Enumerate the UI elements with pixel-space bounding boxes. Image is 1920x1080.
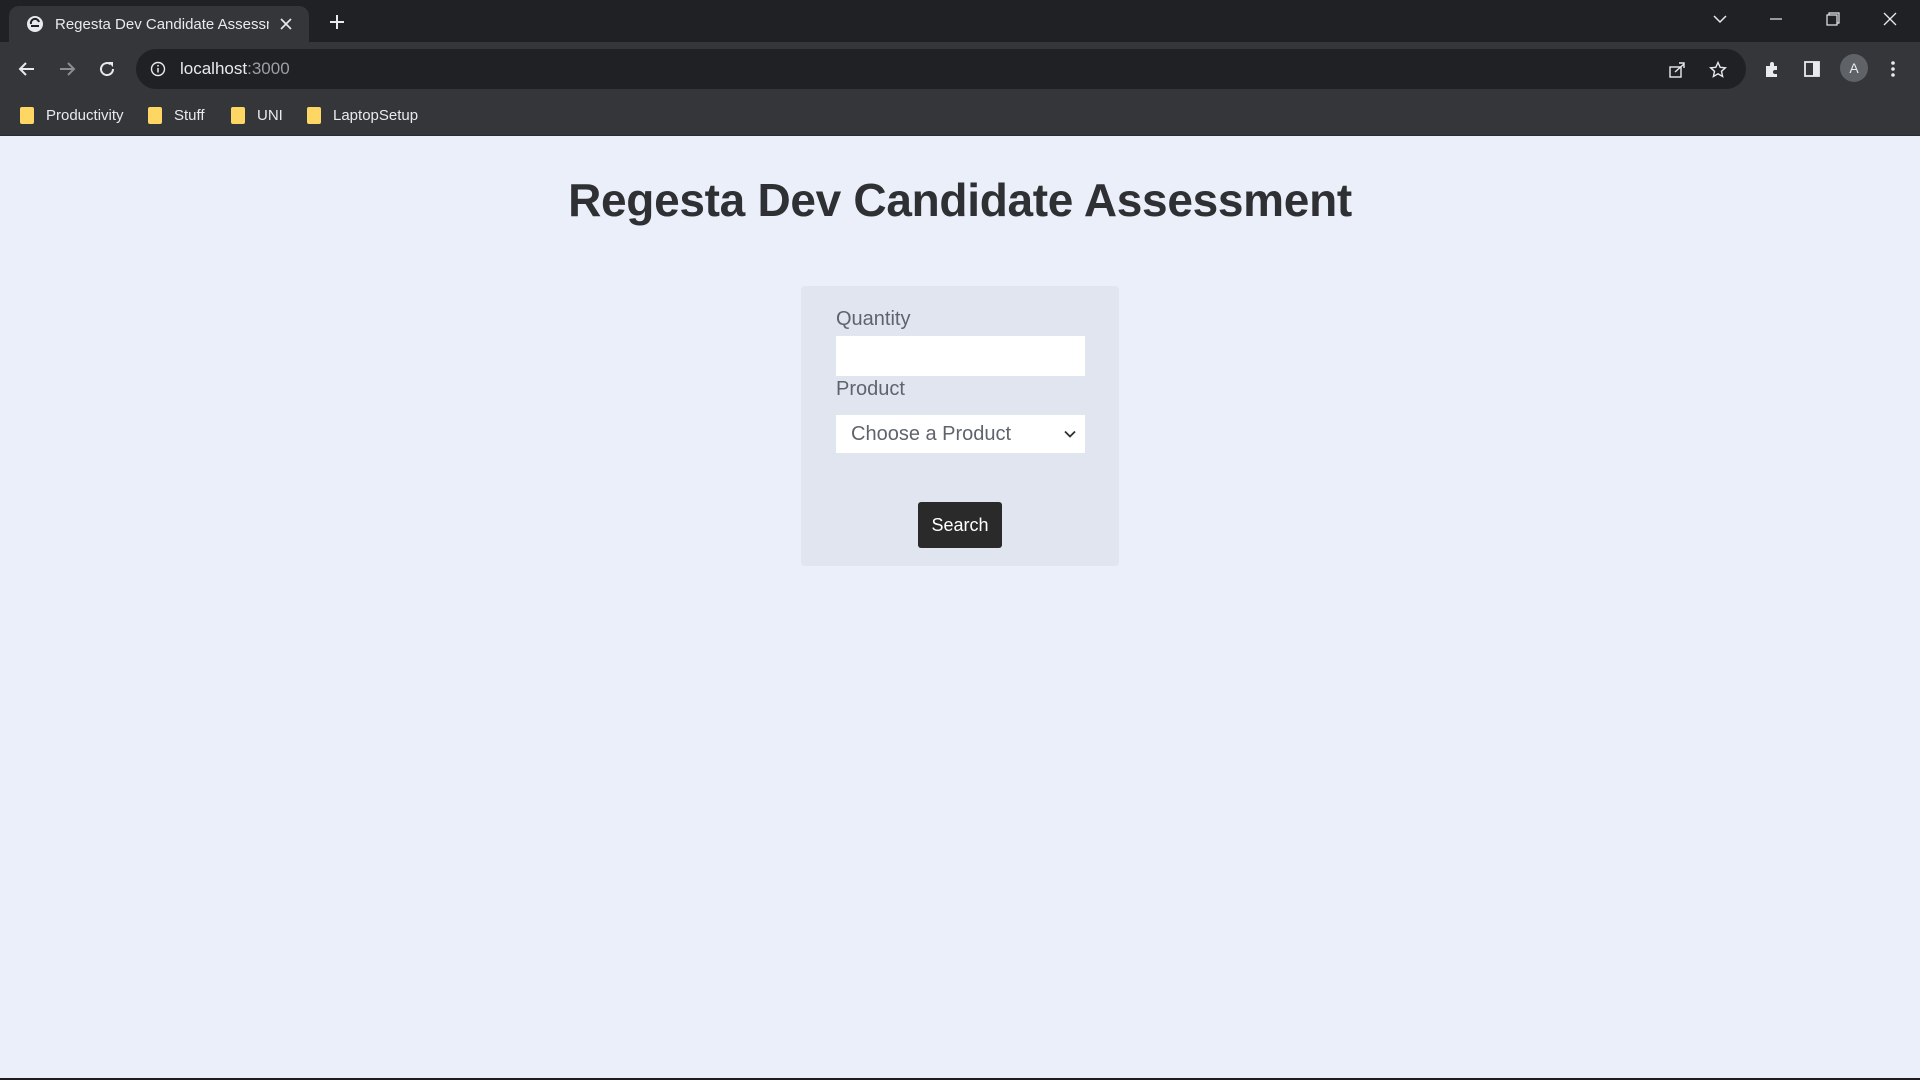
bookmarks-bar: Productivity Stuff UNI LaptopSetup [0,94,1920,136]
bookmark-label: UNI [257,106,283,124]
quantity-input[interactable] [836,336,1085,376]
folder-icon [20,106,34,124]
page-content: Regesta Dev Candidate Assessment Quantit… [0,136,1920,1080]
close-window-icon[interactable] [1862,0,1918,38]
minimize-icon[interactable] [1748,0,1804,38]
bookmark-productivity[interactable]: Productivity [20,103,124,127]
close-tab-icon[interactable] [275,13,297,35]
browser-tab[interactable]: Regesta Dev Candidate Assessment [9,6,309,42]
bookmark-star-icon[interactable] [1707,59,1729,81]
product-label: Product [836,378,905,400]
bookmark-label: Stuff [174,106,205,124]
tab-title: Regesta Dev Candidate Assessment [55,15,269,33]
tab-strip: Regesta Dev Candidate Assessment [0,0,1920,42]
bookmark-stuff[interactable]: Stuff [148,103,205,127]
bookmark-label: LaptopSetup [333,106,419,124]
bookmark-uni[interactable]: UNI [231,103,283,127]
bookmark-label: Productivity [46,106,124,124]
tab-search-chevron-icon[interactable] [1692,0,1748,38]
extensions-icon[interactable] [1757,54,1787,84]
browser-toolbar: localhost:3000 A [0,42,1920,94]
address-url: localhost:3000 [180,59,290,79]
address-bar[interactable]: localhost:3000 [136,49,1746,89]
back-icon[interactable] [12,54,42,84]
folder-icon [231,106,245,124]
product-select[interactable]: Choose a Product [836,415,1085,453]
more-menu-icon[interactable] [1878,54,1908,84]
restore-icon[interactable] [1805,0,1861,38]
reload-icon[interactable] [92,54,122,84]
forward-icon[interactable] [52,54,82,84]
side-panel-icon[interactable] [1797,54,1827,84]
url-host: localhost [180,59,248,78]
search-form: Quantity Product Choose a Product Search [801,286,1119,566]
url-port: :3000 [247,59,290,78]
bookmark-laptopsetup[interactable]: LaptopSetup [307,103,418,127]
page-title: Regesta Dev Candidate Assessment [568,174,1352,226]
search-button[interactable]: Search [918,502,1002,548]
site-info-icon[interactable] [148,59,168,79]
profile-avatar[interactable]: A [1840,54,1868,82]
new-tab-icon[interactable] [324,9,350,35]
page-favicon-icon [25,14,45,34]
share-icon[interactable] [1666,59,1688,81]
folder-icon [307,106,321,124]
product-select-value: Choose a Product [851,422,1012,445]
quantity-label: Quantity [836,308,911,330]
folder-icon [148,106,162,124]
chevron-down-icon [1061,425,1079,443]
